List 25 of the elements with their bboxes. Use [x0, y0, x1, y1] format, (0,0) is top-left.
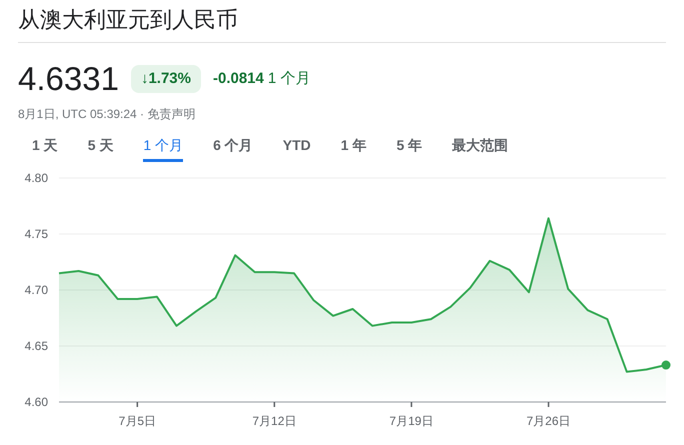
y-axis-label: 4.80: [24, 171, 48, 185]
range-tab[interactable]: 1 个月: [143, 135, 184, 162]
range-tab[interactable]: 最大范围: [452, 135, 508, 162]
exchange-rate: 4.6331: [18, 61, 119, 97]
timestamp: 8月1日, UTC 05:39:24 ·: [18, 106, 146, 123]
x-axis-label: 7月26日: [526, 414, 571, 428]
range-tab[interactable]: 1 天: [32, 135, 58, 162]
x-axis-label: 7月19日: [389, 414, 434, 428]
latest-point: [662, 360, 670, 370]
y-axis-label: 4.75: [24, 227, 48, 241]
change-badge: ↓1.73%: [130, 64, 201, 94]
y-axis-label: 4.70: [24, 283, 48, 297]
x-axis-label: 7月12日: [252, 414, 296, 428]
range-tab[interactable]: 1 年: [340, 135, 366, 162]
x-axis-label: 7月5日: [118, 414, 156, 428]
y-axis-label: 4.60: [24, 395, 48, 409]
y-axis-label: 4.65: [24, 339, 48, 353]
change-amount: -0.0814: [212, 68, 264, 89]
range-tab[interactable]: 5 天: [88, 135, 114, 162]
disclaimer-link[interactable]: 免责声明: [147, 105, 196, 123]
range-tab[interactable]: 6 个月: [213, 135, 253, 162]
page-title: 从澳大利亚元到人民币: [18, 6, 239, 34]
range-tab[interactable]: YTD: [282, 135, 311, 162]
change-period: 1 个月: [268, 68, 310, 89]
range-tab[interactable]: 5 年: [396, 135, 422, 162]
